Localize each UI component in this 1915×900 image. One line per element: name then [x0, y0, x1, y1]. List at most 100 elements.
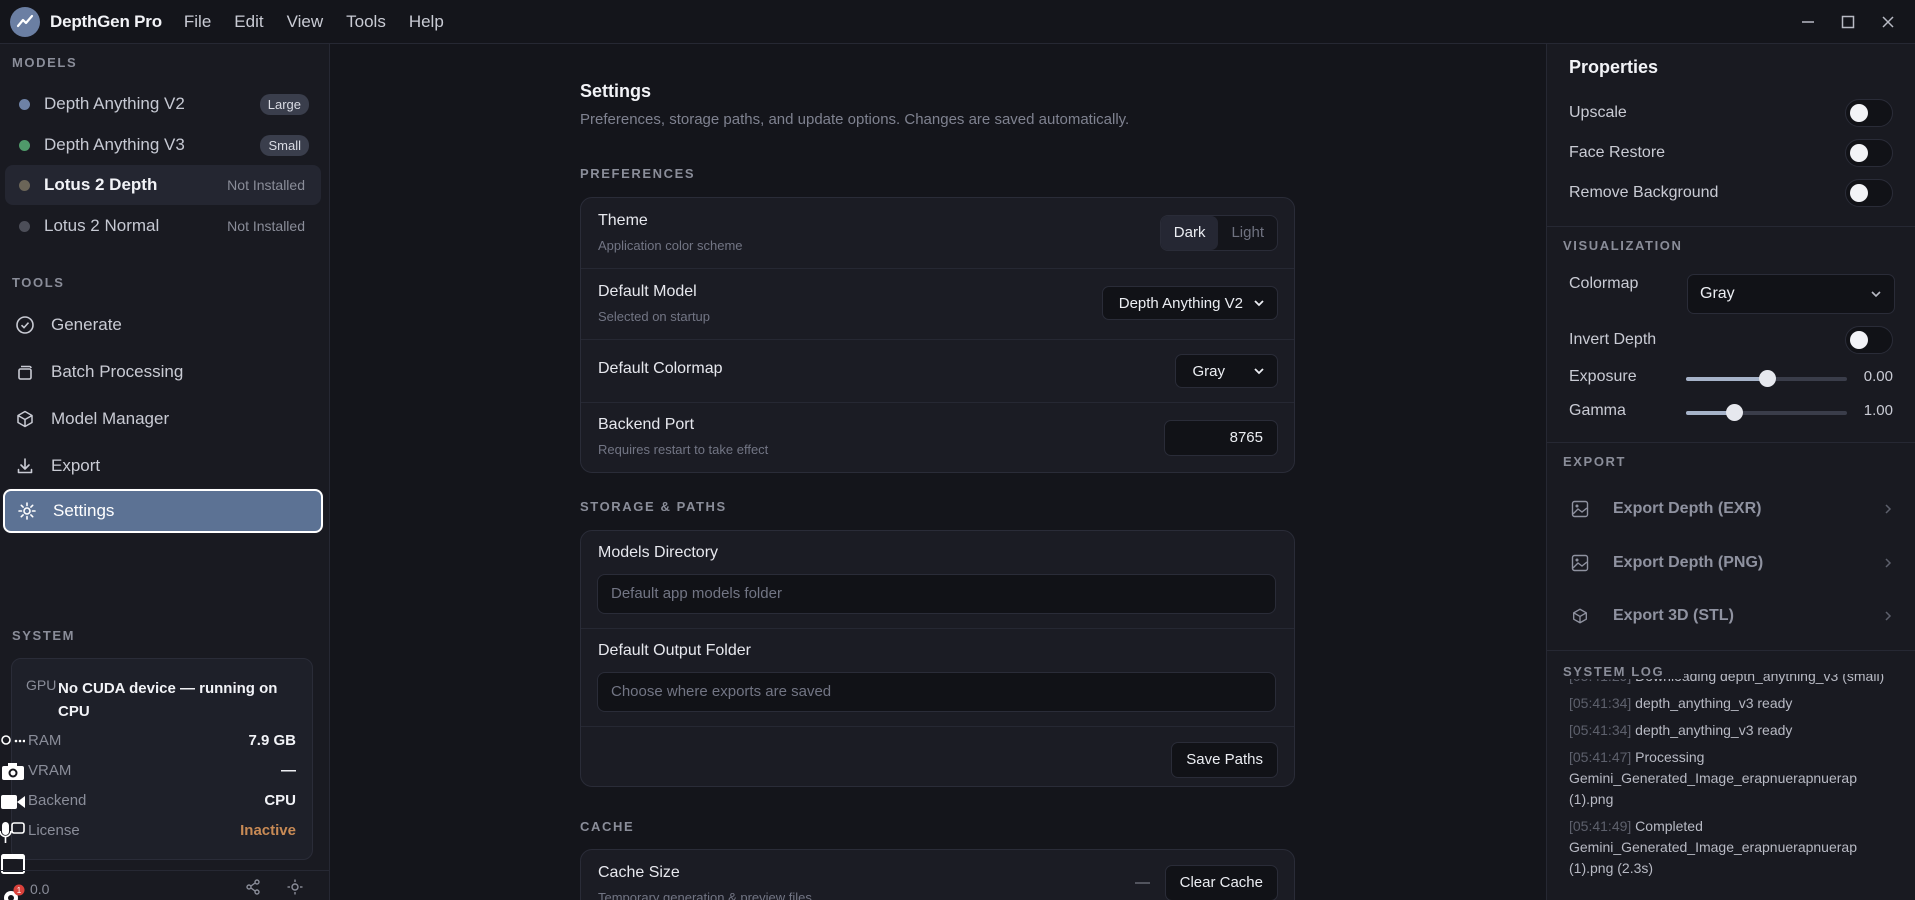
- minimize-icon[interactable]: [1799, 13, 1817, 31]
- share-icon[interactable]: [245, 879, 261, 900]
- clear-cache-button[interactable]: Clear Cache: [1164, 865, 1278, 900]
- window-controls: [1799, 0, 1897, 44]
- video-camera-icon[interactable]: [0, 790, 26, 814]
- theme-toggle: Dark Light: [1159, 215, 1278, 251]
- cache-size-value: —: [1135, 874, 1150, 891]
- model-status-dot: [19, 139, 30, 151]
- default-colormap-value: Gray: [1192, 362, 1225, 380]
- backend-port-input[interactable]: 8765: [1164, 420, 1278, 456]
- tool-label: Model Manager: [51, 409, 170, 428]
- model-item-depth-anything-v3[interactable]: Depth Anything V3 Small: [5, 125, 321, 165]
- remove-background-row: Remove Background: [1569, 178, 1893, 208]
- models-directory-row: Models Directory Default app models fold…: [581, 531, 1294, 629]
- preferences-card: Theme Application color scheme Dark Ligh…: [580, 197, 1295, 473]
- theme-row: Theme Application color scheme Dark Ligh…: [581, 198, 1294, 269]
- log-message: depth_anything_v3 ready: [1635, 695, 1793, 711]
- cache-section-label: CACHE: [580, 819, 635, 834]
- remove-background-toggle[interactable]: [1845, 179, 1893, 207]
- system-vram-key: VRAM: [28, 762, 72, 779]
- face-restore-toggle[interactable]: [1845, 139, 1893, 167]
- backend-port-title: Backend Port: [598, 416, 695, 433]
- tool-export[interactable]: Export: [3, 444, 323, 488]
- tool-batch-processing[interactable]: Batch Processing: [3, 350, 323, 394]
- system-ram-value: 7.9 GB: [248, 732, 296, 749]
- model-name: Lotus 2 Normal: [44, 216, 160, 235]
- image-icon: [1571, 500, 1591, 518]
- menu-edit[interactable]: Edit: [234, 12, 263, 32]
- menu-help[interactable]: Help: [409, 12, 444, 32]
- exposure-value: 0.00: [1863, 368, 1893, 385]
- exposure-label: Exposure: [1569, 368, 1637, 385]
- exposure-knob[interactable]: [1758, 370, 1776, 387]
- download-icon: [14, 455, 36, 477]
- system-log-section-label: SYSTEM LOG: [1563, 664, 1685, 679]
- exposure-row: Exposure 0.00: [1569, 366, 1893, 390]
- tool-model-manager[interactable]: Model Manager: [3, 397, 323, 441]
- system-vram-value: —: [281, 762, 296, 779]
- default-model-select[interactable]: Depth Anything V2: [1101, 286, 1278, 320]
- save-paths-button[interactable]: Save Paths: [1171, 742, 1278, 778]
- model-install-status: Not Installed: [227, 218, 305, 234]
- menu-view[interactable]: View: [287, 12, 324, 32]
- menu-file[interactable]: File: [184, 12, 211, 32]
- export-label: Export Depth (PNG): [1613, 554, 1764, 571]
- maximize-icon[interactable]: [1839, 13, 1857, 31]
- theme-dark-option[interactable]: Dark: [1160, 216, 1219, 250]
- default-model-value: Depth Anything V2: [1118, 294, 1243, 312]
- system-gpu-key: GPU: [26, 677, 57, 693]
- invert-depth-toggle[interactable]: [1845, 326, 1893, 354]
- export-section-label: EXPORT: [1563, 454, 1627, 469]
- model-install-status: Not Installed: [227, 177, 305, 193]
- theme-light-option[interactable]: Light: [1218, 216, 1277, 250]
- upscale-row: Upscale: [1569, 98, 1893, 128]
- settings-more-icon[interactable]: [0, 728, 26, 752]
- chevron-right-icon: [1883, 610, 1893, 622]
- exposure-slider[interactable]: [1686, 370, 1847, 387]
- export-depth-exr-button[interactable]: Export Depth (EXR): [1569, 487, 1893, 531]
- microphone-icon[interactable]: [0, 821, 26, 845]
- system-backend-row: Backend CPU: [28, 792, 296, 809]
- models-directory-input[interactable]: Default app models folder: [597, 574, 1276, 614]
- tool-generate[interactable]: Generate: [3, 303, 323, 347]
- close-icon[interactable]: [1879, 13, 1897, 31]
- colormap-select[interactable]: Gray: [1687, 274, 1895, 314]
- system-vram-row: VRAM —: [28, 762, 296, 779]
- gamma-slider[interactable]: [1686, 404, 1847, 421]
- cube-icon: [1571, 607, 1591, 625]
- export-3d-stl-button[interactable]: Export 3D (STL): [1569, 594, 1893, 638]
- model-status-dot: [19, 220, 30, 232]
- gamma-knob[interactable]: [1726, 404, 1744, 421]
- export-depth-png-button[interactable]: Export Depth (PNG): [1569, 541, 1893, 585]
- model-item-lotus-2-normal[interactable]: Lotus 2 Normal Not Installed: [5, 206, 321, 246]
- chevron-down-icon: [1253, 297, 1265, 309]
- system-info-card: GPU No CUDA device — running on CPU RAM …: [11, 658, 313, 860]
- theme-sun-icon[interactable]: [287, 879, 303, 900]
- model-name: Depth Anything V2: [44, 94, 185, 113]
- output-folder-row: Default Output Folder Choose where expor…: [581, 629, 1294, 727]
- default-colormap-select[interactable]: Gray: [1175, 354, 1278, 388]
- model-item-lotus-2-depth[interactable]: Lotus 2 Depth Not Installed: [5, 165, 321, 205]
- theme-subtitle: Application color scheme: [598, 238, 743, 253]
- upscale-toggle[interactable]: [1845, 99, 1893, 127]
- chevron-right-icon: [1883, 557, 1893, 569]
- model-size-badge: Large: [259, 93, 309, 115]
- output-folder-input[interactable]: Choose where exports are saved: [597, 672, 1276, 712]
- check-circle-icon: [14, 314, 36, 336]
- preferences-section-label: PREFERENCES: [580, 166, 696, 181]
- divider: [1547, 226, 1915, 227]
- menu-tools[interactable]: Tools: [346, 12, 386, 32]
- tools-section-label: TOOLS: [12, 275, 65, 290]
- colormap-label: Colormap: [1569, 275, 1639, 292]
- page-title: Settings: [580, 81, 652, 101]
- remove-background-label: Remove Background: [1569, 184, 1719, 201]
- default-colormap-title: Default Colormap: [598, 360, 723, 377]
- chevron-down-icon: [1253, 365, 1265, 377]
- system-log: [05:41:29] Downloading depth_anything_v3…: [1569, 674, 1894, 885]
- model-item-depth-anything-v2[interactable]: Depth Anything V2 Large: [5, 84, 321, 124]
- tool-settings[interactable]: Settings: [3, 489, 323, 533]
- sidebar-footer: 0.0: [0, 870, 330, 900]
- log-entry: [05:41:47] Processing Gemini_Generated_I…: [1569, 747, 1894, 810]
- log-timestamp: [05:41:47]: [1569, 749, 1632, 765]
- system-license-value: Inactive: [240, 822, 296, 839]
- camera-icon[interactable]: [0, 759, 26, 783]
